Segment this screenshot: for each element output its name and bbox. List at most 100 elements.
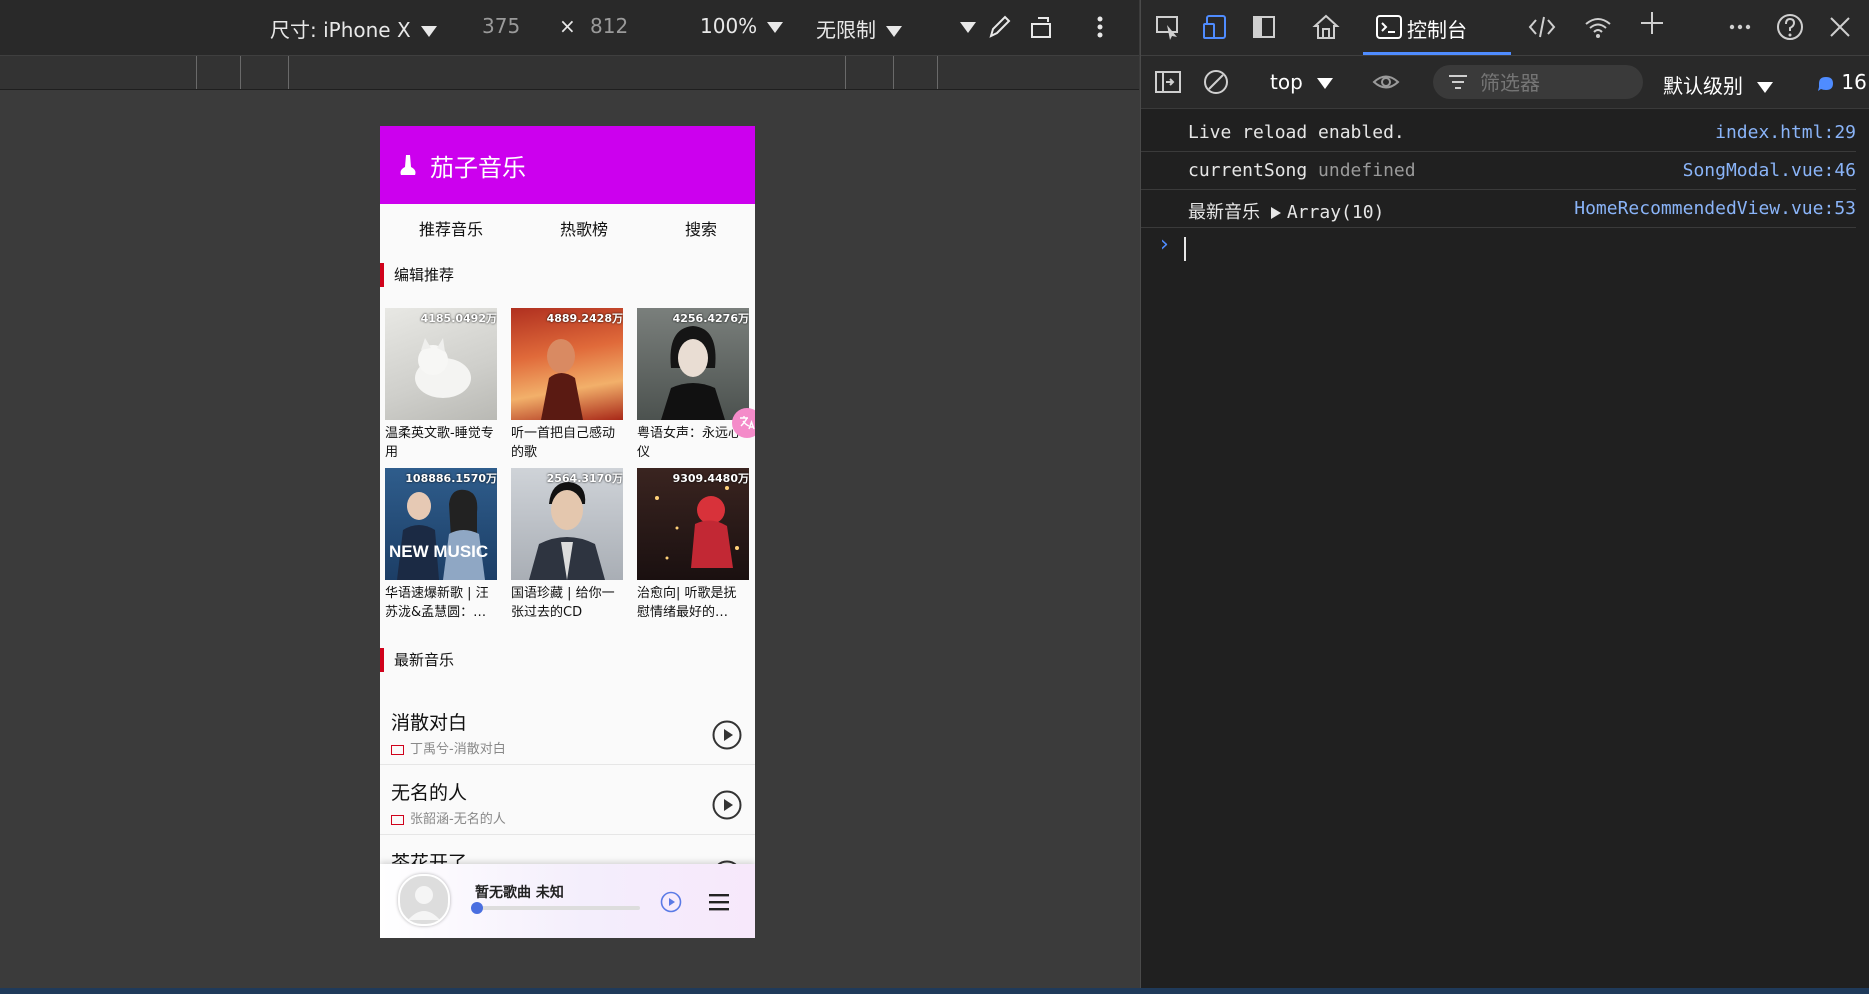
sidebar-toggle-icon[interactable] [1153, 67, 1183, 97]
home-icon[interactable] [1311, 12, 1341, 42]
playlist-cover: 4256.4276万 [637, 308, 749, 420]
device-select-label: 尺寸: iPhone X [270, 18, 411, 42]
song-item[interactable]: 消散对白 丁禹兮-消散对白 [380, 694, 755, 765]
playlist-name: 粤语女声：永远心仪 [637, 426, 742, 460]
rotate-icon[interactable] [1028, 12, 1058, 42]
chevron-down-icon [420, 26, 437, 37]
log-value[interactable]: Array(10) [1287, 202, 1385, 223]
tab-recommend[interactable]: 推荐音乐 [419, 216, 483, 240]
progress-thumb[interactable] [471, 902, 483, 914]
playlist-card[interactable]: 9309.4480万 治愈向| 听歌是抚慰情绪最好的… [637, 468, 749, 622]
chevron-down-icon [767, 22, 784, 33]
translate-icon [740, 416, 755, 430]
progress-track[interactable] [476, 906, 640, 910]
log-source-link[interactable]: HomeRecommendedView.vue:53 [1574, 198, 1856, 219]
play-circle-icon[interactable] [712, 720, 742, 750]
floating-badge[interactable] [732, 408, 755, 438]
throttle-select[interactable]: 无限制 [816, 14, 902, 43]
log-text: 最新音乐 [1188, 202, 1271, 223]
now-playing-label: 暂无歌曲 未知 [475, 882, 564, 902]
chevron-down-icon [1757, 82, 1774, 93]
tab-bar: 推荐音乐 热歌榜 搜索 [380, 204, 755, 252]
app-title: 茄子音乐 [430, 153, 526, 182]
log-text: currentSong [1188, 160, 1319, 181]
log-message: 最新音乐 Array(10) [1188, 198, 1384, 224]
add-tab-icon[interactable] [1637, 8, 1667, 38]
console-icon [1376, 15, 1402, 39]
playlist-name: 国语珍藏 | 给你一张过去的CD [511, 586, 615, 620]
device-emulation-icon[interactable] [1201, 12, 1231, 42]
zoom-select[interactable]: 100% [700, 14, 784, 38]
filter-box[interactable] [1433, 65, 1643, 99]
log-level-select[interactable]: 默认级别 [1663, 70, 1774, 99]
ruler-mark[interactable] [937, 56, 938, 89]
dock-side-icon[interactable] [1249, 12, 1279, 42]
playlist-card[interactable]: 4185.0492万 温柔英文歌-睡觉专用 [385, 308, 497, 462]
log-message: Live reload enabled. [1188, 122, 1405, 143]
tab-search[interactable]: 搜索 [685, 216, 717, 240]
device-select[interactable]: 尺寸: iPhone X [270, 14, 437, 43]
log-source-link[interactable]: SongModal.vue:46 [1683, 160, 1856, 181]
playlist-card[interactable]: NEW MUSIC 108886.1570万 华语速爆新歌 | 汪苏泷&孟慧圆：… [385, 468, 497, 622]
network-wifi-icon[interactable] [1583, 12, 1613, 42]
sq-icon [391, 814, 404, 825]
throttle-label: 无限制 [816, 18, 876, 42]
sq-icon [391, 744, 404, 755]
tab-hot[interactable]: 热歌榜 [560, 216, 608, 240]
kebab-menu-icon[interactable] [1085, 12, 1115, 42]
more-icon[interactable] [1725, 12, 1755, 42]
song-item[interactable]: 无名的人 张韶涵-无名的人 [380, 764, 755, 835]
devtools-panel: 控制台 top 筛选器 默认级别 16 Live reload enabled.… [1140, 0, 1869, 994]
eye-icon[interactable] [1371, 67, 1401, 97]
bottom-edge [0, 988, 1869, 994]
help-icon[interactable] [1775, 12, 1805, 42]
width-input[interactable]: 375 [482, 14, 520, 38]
play-count: 4256.4276万 [672, 312, 749, 325]
song-title: 无名的人 [391, 782, 468, 804]
context-select[interactable]: top [1270, 70, 1334, 94]
height-input[interactable]: 812 [590, 14, 628, 38]
playlist-card[interactable]: 4256.4276万 粤语女声：永远心仪 [637, 308, 749, 462]
playlist-cover: 4185.0492万 [385, 308, 497, 420]
filter-input[interactable] [1478, 70, 1632, 96]
sources-code-icon[interactable] [1527, 12, 1557, 42]
tab-console[interactable]: 控制台 [1363, 0, 1511, 55]
ruler-mark[interactable] [240, 56, 241, 89]
user-placeholder-icon [408, 886, 440, 920]
console-log-row[interactable]: Live reload enabled. index.html:29 [1141, 114, 1856, 152]
playlist-cover: 2564.3170万 [511, 468, 623, 580]
console-prompt-icon: › [1160, 232, 1169, 257]
song-artist: 丁禹兮-消散对白 [410, 742, 506, 757]
ruler-mark[interactable] [288, 56, 289, 89]
play-circle-icon[interactable] [660, 891, 682, 913]
playlist-cover: 4889.2428万 [511, 308, 623, 420]
expand-triangle-icon[interactable] [1270, 207, 1281, 219]
playlist-card[interactable]: 4889.2428万 听一首把自己感动的歌 [511, 308, 623, 462]
log-value: undefined [1318, 160, 1416, 181]
cover-overlay-text: NEW MUSIC [389, 542, 489, 561]
playlist-card[interactable]: 2564.3170万 国语珍藏 | 给你一张过去的CD [511, 468, 623, 622]
clear-console-icon[interactable] [1201, 67, 1231, 97]
pen-icon[interactable] [984, 12, 1014, 42]
song-artist: 张韶涵-无名的人 [410, 812, 506, 827]
console-log-row[interactable]: 最新音乐 Array(10) HomeRecommendedView.vue:5… [1141, 190, 1856, 228]
ruler-mark[interactable] [845, 56, 846, 89]
ruler-mark[interactable] [893, 56, 894, 89]
play-count: 2564.3170万 [546, 472, 623, 485]
playlist-name: 华语速爆新歌 | 汪苏泷&孟慧圆：… [385, 586, 489, 620]
times-label: × [559, 14, 576, 38]
console-input-cursor[interactable] [1184, 237, 1186, 261]
playlist-menu-icon[interactable] [708, 892, 730, 912]
log-source-link[interactable]: index.html:29 [1715, 122, 1856, 143]
play-circle-icon[interactable] [712, 790, 742, 820]
more-options-dropdown[interactable] [950, 14, 976, 38]
ruler-mark[interactable] [196, 56, 197, 89]
message-count-badge[interactable]: 16 [1817, 70, 1867, 94]
close-icon[interactable] [1825, 12, 1855, 42]
album-avatar[interactable] [398, 874, 450, 926]
chevron-down-icon [1317, 78, 1334, 89]
devtools-tabbar: 控制台 [1141, 0, 1869, 56]
inspect-element-icon[interactable] [1153, 12, 1183, 42]
console-log-row[interactable]: currentSong undefined SongModal.vue:46 [1141, 152, 1856, 190]
song-subtitle: 张韶涵-无名的人 [391, 808, 506, 827]
